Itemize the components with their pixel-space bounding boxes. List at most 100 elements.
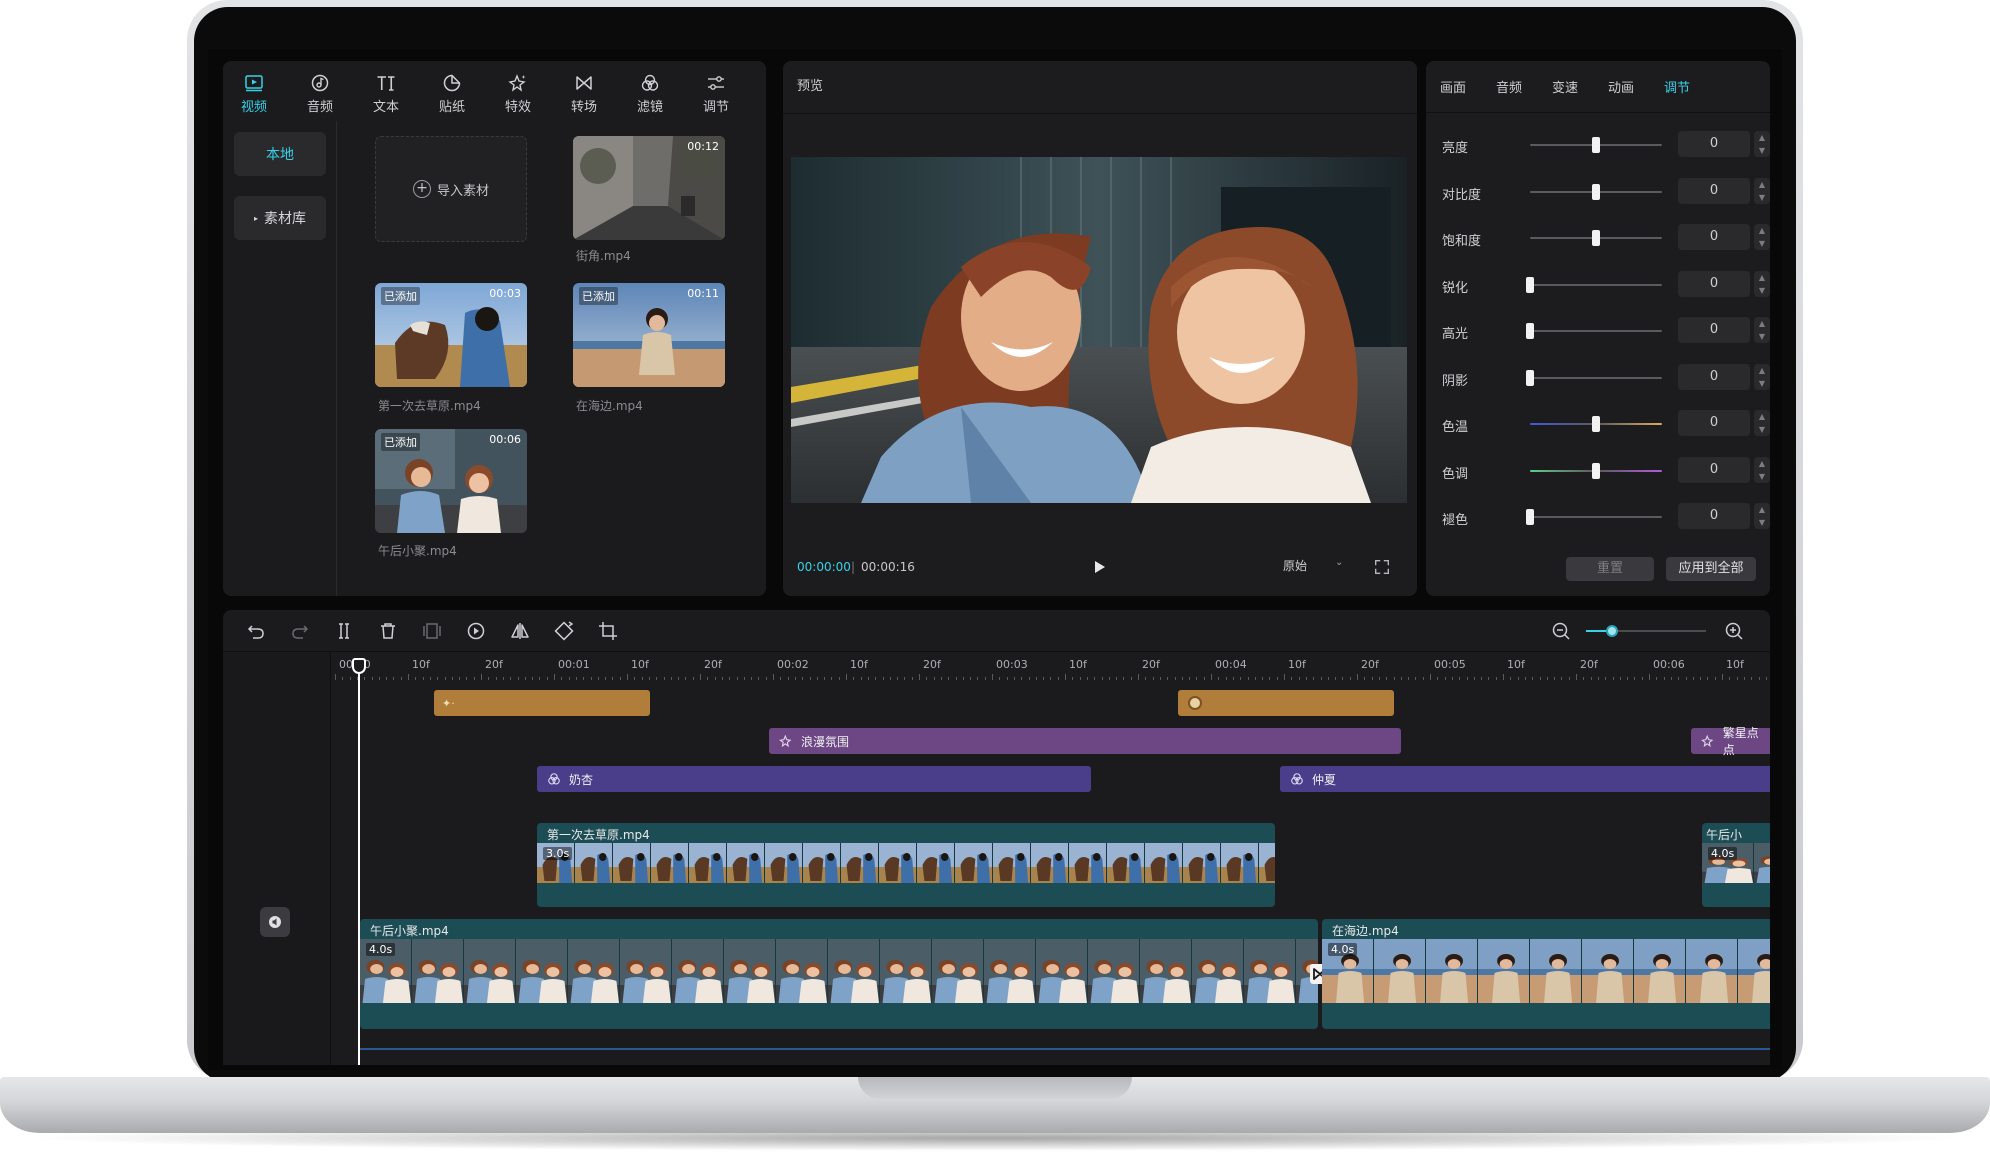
effect-bar-stars[interactable]: 繁星点点 [1691, 726, 1770, 757]
media-thumb-grassland[interactable]: 已添加 00:03 [375, 283, 527, 387]
adjust-value-input[interactable]: 0 [1678, 270, 1750, 297]
zoom-slider[interactable] [1586, 625, 1706, 637]
filter-bar-milk-apricot[interactable]: 奶杏 [537, 766, 1091, 792]
delete-button[interactable] [377, 620, 399, 642]
filter-bar-midsummer[interactable]: 仲夏 [1280, 766, 1770, 792]
adjust-slider-knob[interactable] [1592, 137, 1600, 153]
props-tab-audio[interactable]: 音频 [1496, 77, 1522, 96]
adjust-stepper[interactable]: ▲ ▼ [1754, 317, 1770, 343]
chevron-up-icon: ▲ [1758, 133, 1766, 142]
adjust-slider[interactable] [1530, 330, 1662, 332]
ruler-minor-tick [1327, 677, 1329, 680]
adjust-slider[interactable] [1530, 516, 1662, 518]
overlay-clip-grassland[interactable]: 第一次去草原.mp4 3.0s [537, 823, 1275, 907]
tab-effects[interactable]: 特效 [498, 73, 538, 115]
audio-icon [311, 74, 329, 92]
adjust-value-input[interactable]: 0 [1678, 456, 1750, 483]
zoom-slider-knob[interactable] [1606, 625, 1618, 637]
adjust-slider-knob[interactable] [1592, 230, 1600, 246]
fullscreen-button[interactable] [1373, 558, 1393, 578]
ruler-minor-tick [1466, 677, 1468, 680]
undo-button[interactable] [245, 620, 267, 642]
clip-frame-thumbnail [841, 843, 879, 883]
apply-all-button[interactable]: 应用到全部 [1666, 557, 1756, 581]
zoom-out-button[interactable] [1550, 620, 1572, 642]
ruler-tick [1284, 674, 1285, 680]
play-button[interactable] [1087, 555, 1111, 579]
adjust-slider-knob[interactable] [1592, 183, 1600, 200]
ruler-minor-tick [940, 677, 942, 680]
adjust-slider-knob[interactable] [1526, 369, 1534, 386]
chevron-up-icon: ▲ [1758, 458, 1766, 468]
adjust-value-input[interactable]: 0 [1678, 503, 1750, 529]
clip-frame-thumbnail [1686, 939, 1738, 1003]
import-media-button[interactable]: + 导入素材 [375, 136, 527, 242]
adjust-slider-knob[interactable] [1526, 509, 1534, 525]
sticker-bar-1[interactable]: ✦· [434, 690, 650, 716]
tab-audio[interactable]: 音频 [300, 73, 340, 115]
media-thumb-beach[interactable]: 已添加 00:11 [573, 283, 725, 387]
ratio-select[interactable]: 原始 ⌄ [1283, 557, 1353, 579]
adjust-value-input[interactable]: 0 [1678, 224, 1750, 250]
adjust-stepper[interactable]: ▲ ▼ [1754, 456, 1770, 483]
rotate-button[interactable] [553, 620, 575, 642]
props-tab-speed[interactable]: 变速 [1552, 77, 1578, 96]
adjust-stepper[interactable]: ▲ ▼ [1754, 503, 1770, 529]
ruler-minor-tick [1700, 677, 1702, 680]
main-clip-afternoon[interactable]: 午后小聚.mp4 4.0s [360, 919, 1318, 1029]
clip-frames [360, 939, 1318, 1003]
ruler-label: 20f [1361, 658, 1379, 671]
crop-button[interactable] [597, 620, 619, 642]
media-thumb-afternoon[interactable]: 已添加 00:06 [375, 429, 527, 533]
sticker-bar-2[interactable] [1178, 690, 1394, 716]
adjust-slider-knob[interactable] [1592, 462, 1600, 479]
effect-bar-romantic[interactable]: 浪漫氛围 [769, 728, 1401, 754]
adjust-slider-knob[interactable] [1526, 276, 1534, 293]
tab-video[interactable]: 视频 [234, 73, 274, 115]
overlay-clip-afternoon[interactable]: 午后小聚.mp4 4.0s [1702, 823, 1770, 907]
adjust-value-input[interactable]: 0 [1678, 131, 1750, 157]
mirror-button[interactable] [509, 620, 531, 642]
sidebar-item-library[interactable]: ▸ 素材库 [234, 196, 326, 240]
adjust-value-input[interactable]: 0 [1678, 177, 1750, 204]
sidebar-item-local[interactable]: 本地 [234, 132, 326, 176]
adjust-slider-knob[interactable] [1526, 323, 1534, 339]
preview-current-time: 00:00:00 [797, 560, 851, 574]
adjust-stepper[interactable]: ▲ ▼ [1754, 131, 1770, 157]
adjust-stepper[interactable]: ▲ ▼ [1754, 270, 1770, 297]
freeze-button[interactable] [421, 620, 443, 642]
props-tab-adjust[interactable]: 调节 [1664, 77, 1690, 96]
props-tab-animation[interactable]: 动画 [1608, 77, 1634, 96]
props-tab-picture[interactable]: 画面 [1440, 77, 1466, 96]
playhead-handle[interactable] [352, 658, 366, 674]
split-button[interactable] [333, 620, 355, 642]
media-thumb-street[interactable]: 00:12 [573, 136, 725, 240]
adjust-slider[interactable] [1530, 283, 1662, 286]
adjust-value-input[interactable]: 0 [1678, 410, 1750, 436]
redo-button[interactable] [289, 620, 311, 642]
tab-transition[interactable]: 转场 [564, 73, 604, 115]
clip-frame-thumbnail [575, 843, 613, 883]
adjust-stepper[interactable]: ▲ ▼ [1754, 410, 1770, 436]
adjust-slider[interactable] [1530, 376, 1662, 379]
reset-button[interactable]: 重置 [1566, 557, 1654, 581]
playhead[interactable] [352, 658, 366, 1065]
tab-text[interactable]: 文本 [366, 73, 406, 115]
adjust-slider-knob[interactable] [1592, 416, 1600, 432]
tab-sticker[interactable]: 贴纸 [432, 73, 472, 115]
filter-icon [548, 773, 560, 785]
zoom-in-button[interactable] [1723, 620, 1745, 642]
adjust-stepper[interactable]: ▲ ▼ [1754, 177, 1770, 204]
ruler-minor-tick [1590, 677, 1592, 680]
main-clip-beach[interactable]: 在海边.mp4 4.0s [1322, 919, 1770, 1029]
clip-frame-thumbnail [613, 843, 651, 883]
adjust-value-input[interactable]: 0 [1678, 317, 1750, 343]
adjust-stepper[interactable]: ▲ ▼ [1754, 224, 1770, 250]
adjust-stepper[interactable]: ▲ ▼ [1754, 363, 1770, 390]
tab-filter[interactable]: 滤镜 [630, 73, 670, 115]
main-track-audio-toggle[interactable] [260, 907, 290, 937]
tab-adjust[interactable]: 调节 [696, 73, 736, 115]
reverse-button[interactable] [465, 620, 487, 642]
ruler-minor-tick [1473, 677, 1475, 680]
adjust-value-input[interactable]: 0 [1678, 363, 1750, 390]
